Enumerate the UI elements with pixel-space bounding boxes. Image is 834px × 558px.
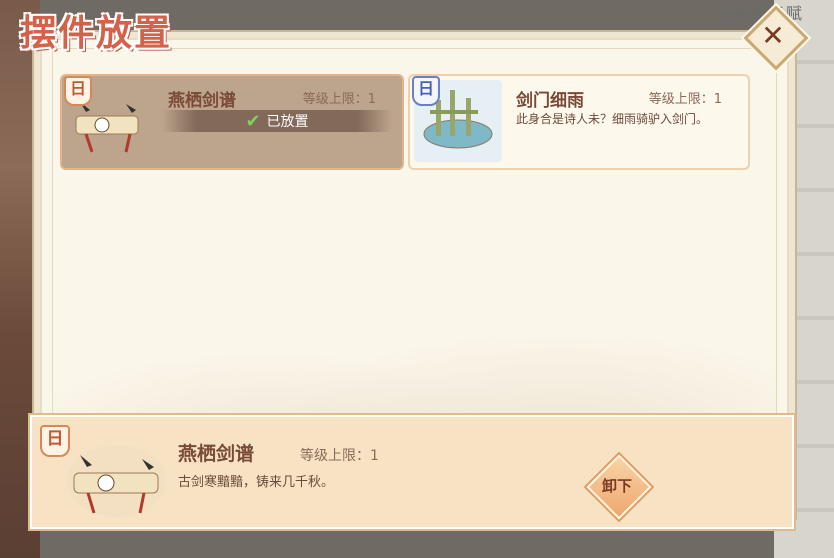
item-card-yanqi[interactable]: 日 燕栖剑谱 等级上限：1 ✔ 已放置 xyxy=(60,74,404,170)
item-name: 剑门细雨 xyxy=(516,91,584,111)
close-button[interactable]: ✕ xyxy=(743,5,809,71)
unequip-label: 卸下 xyxy=(601,476,632,495)
detail-description: 古剑寒黯黯，铸来几千秋。 xyxy=(178,475,335,490)
item-level-limit: 等级上限：1 xyxy=(648,92,722,107)
item-card-jianmen[interactable]: 日 剑门细雨 等级上限：1 此身合是诗人未？细雨骑驴入剑门。 xyxy=(408,74,750,170)
grade-badge: 日 xyxy=(412,76,440,106)
unequip-button[interactable]: 卸下 xyxy=(586,454,652,520)
detail-item-name: 燕栖剑谱 xyxy=(178,443,255,465)
close-icon: ✕ xyxy=(761,18,785,52)
checkmark-icon: ✔ xyxy=(245,110,261,132)
placed-label: 已放置 xyxy=(266,114,309,130)
placed-status: ✔ 已放置 xyxy=(162,110,392,132)
detail-level-limit: 等级上限：1 xyxy=(300,448,379,464)
selected-item-detail: 日 燕栖剑谱 等级上限：1 古剑寒黯黯，铸来几千秋。 卸下 xyxy=(30,415,794,529)
item-name: 燕栖剑谱 xyxy=(168,91,236,111)
item-description: 此身合是诗人未？细雨骑驴入剑门。 xyxy=(516,112,709,126)
item-level-limit: 等级上限：1 xyxy=(302,92,376,107)
page-title: 摆件放置 xyxy=(20,12,173,54)
grade-badge: 日 xyxy=(64,76,92,106)
sword-scroll-art-icon xyxy=(67,445,167,517)
